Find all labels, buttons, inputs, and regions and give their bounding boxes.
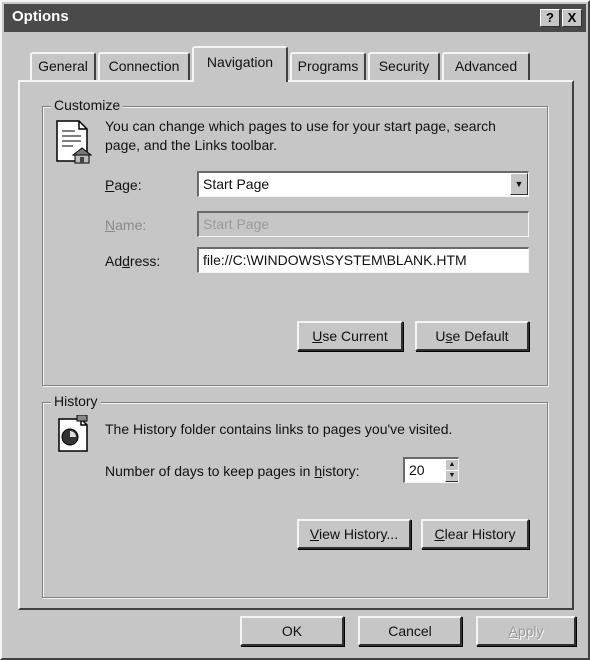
clear-history-label: lear History: [444, 526, 516, 542]
tab-label: Connection: [108, 58, 180, 74]
tab-programs[interactable]: Programs: [290, 52, 366, 80]
use-current-label: se Current: [322, 328, 388, 344]
view-history-label: iew History...: [319, 526, 399, 542]
tab-general[interactable]: General: [30, 52, 96, 80]
address-label-text: ress:: [129, 253, 161, 269]
address-label-accesskey: d: [122, 253, 130, 269]
options-dialog: Options ? X General Connection Navigatio…: [0, 0, 590, 660]
customize-group: Customize You can change which pages to …: [42, 97, 548, 386]
history-icon: [57, 414, 91, 455]
apply-button[interactable]: Apply: [476, 616, 576, 646]
customize-description: You can change which pages to use for yo…: [105, 118, 496, 153]
view-history-button[interactable]: View History...: [297, 519, 411, 549]
clear-history-accesskey: C: [434, 526, 445, 542]
use-default-accesskey: s: [445, 328, 453, 344]
use-current-button[interactable]: Use Current: [297, 321, 403, 351]
name-label-text: ame:: [115, 217, 147, 233]
tab-label: Security: [378, 58, 430, 74]
tab-security[interactable]: Security: [368, 52, 440, 80]
tab-navigation[interactable]: Navigation: [192, 46, 288, 82]
history-group-label: History: [51, 393, 101, 409]
clear-history-button[interactable]: Clear History: [421, 519, 529, 549]
chevron-down-icon[interactable]: ▼: [510, 173, 528, 195]
page-select[interactable]: Start Page ▼: [197, 171, 529, 197]
ok-button[interactable]: OK: [240, 616, 344, 646]
tab-advanced[interactable]: Advanced: [442, 52, 530, 80]
name-field-value: Start Page: [203, 216, 270, 232]
address-label-prefix: Ad: [105, 253, 123, 269]
help-button[interactable]: ?: [540, 9, 560, 27]
tab-label: General: [38, 58, 88, 74]
tab-connection[interactable]: Connection: [98, 52, 190, 80]
address-field[interactable]: file://C:\WINDOWS\SYSTEM\BLANK.HTM: [197, 247, 529, 273]
title-bar[interactable]: Options ? X: [4, 4, 586, 32]
name-field: Start Page: [197, 211, 529, 237]
use-default-button[interactable]: Use Default: [415, 321, 529, 351]
name-label: Name:: [105, 217, 146, 233]
page-label-accesskey: P: [105, 177, 115, 193]
use-current-accesskey: U: [312, 328, 323, 344]
use-default-prefix: U: [435, 328, 446, 344]
history-days-label: Number of days to keep pages in history:: [105, 463, 359, 479]
page-label: Page:: [105, 177, 142, 193]
history-days-label-prefix: Number of days to keep pages in: [105, 463, 315, 479]
window-title: Options: [12, 8, 69, 25]
customize-group-label: Customize: [51, 97, 124, 113]
view-history-accesskey: V: [309, 526, 319, 542]
tab-label: Advanced: [454, 58, 518, 74]
history-days-stepper[interactable]: 20 ▲ ▼: [403, 457, 459, 483]
history-days-label-text: istory:: [322, 463, 360, 479]
tab-label: Programs: [297, 58, 359, 74]
navigation-panel: Customize You can change which pages to …: [18, 80, 574, 610]
spin-down-icon[interactable]: ▼: [445, 470, 458, 482]
page-select-value: Start Page: [203, 176, 270, 192]
page-label-text: age:: [114, 177, 142, 193]
address-label: Address:: [105, 253, 160, 269]
history-description: The History folder contains links to pag…: [105, 421, 453, 437]
tab-label: Navigation: [206, 54, 274, 70]
tab-strip: General Connection Navigation Programs S…: [2, 42, 590, 82]
cancel-button[interactable]: Cancel: [358, 616, 462, 646]
history-group: History The History folder contains link…: [42, 393, 548, 598]
close-button[interactable]: X: [562, 9, 582, 27]
apply-accesskey: A: [508, 623, 518, 639]
apply-label: pply: [517, 623, 544, 639]
history-days-label-accesskey: h: [314, 463, 323, 479]
use-default-label: e Default: [452, 328, 509, 344]
name-label-accesskey: N: [105, 217, 116, 233]
history-days-value: 20: [409, 462, 425, 478]
document-icon: [55, 119, 95, 165]
address-field-value: file://C:\WINDOWS\SYSTEM\BLANK.HTM: [203, 252, 467, 268]
